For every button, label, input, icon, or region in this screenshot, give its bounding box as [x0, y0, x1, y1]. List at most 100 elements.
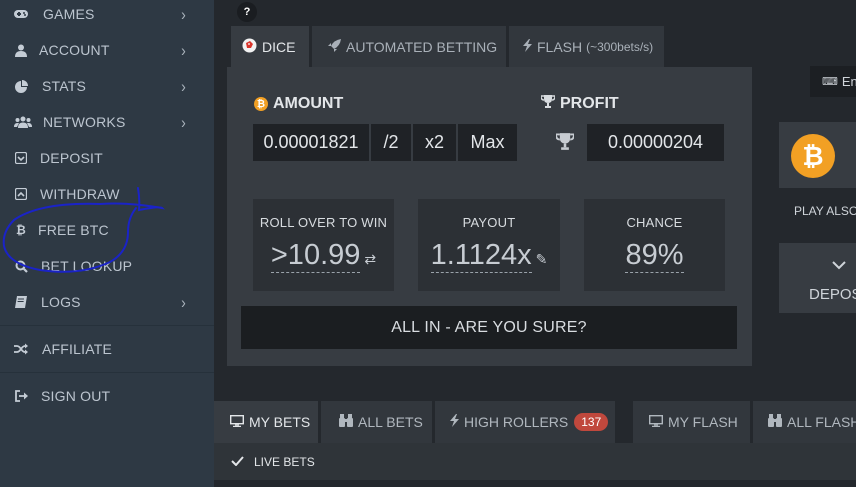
- roll-over-value: >10.99: [270, 239, 361, 273]
- bitcoin-icon: ₿: [16, 223, 26, 237]
- user-icon: [14, 43, 28, 57]
- live-bets-label: LIVE BETS: [254, 454, 315, 469]
- sidebar-item-label: SIGN OUT: [41, 388, 111, 404]
- trophy-icon: [555, 133, 575, 155]
- half-bet-button[interactable]: /2: [371, 124, 411, 161]
- sidebar-item-stats[interactable]: STATS ›: [0, 68, 214, 104]
- sidebar-item-label: STATS: [42, 78, 87, 94]
- max-bet-button[interactable]: Max: [458, 124, 517, 161]
- tab-label: MY FLASH: [668, 414, 738, 430]
- sidebar-item-logs[interactable]: LOGS ›: [0, 284, 214, 320]
- bitcoin-icon: ₿: [254, 97, 268, 111]
- sidebar: GAMES › ACCOUNT › STATS › NETWORKS › DEP…: [0, 0, 214, 487]
- tab-all-flash[interactable]: ALL FLASH: [753, 401, 856, 443]
- sign-out-icon: [14, 389, 28, 403]
- chevron-right-icon: ›: [181, 76, 186, 96]
- keyboard-label: En: [841, 74, 856, 89]
- double-bet-button[interactable]: x2: [413, 124, 456, 161]
- roll-over-caption: ROLL OVER TO WIN: [259, 215, 388, 230]
- chance-value-row: 89%: [584, 239, 725, 273]
- dice-icon: [242, 38, 257, 56]
- sidebar-item-label: BET LOOKUP: [41, 258, 133, 274]
- profit-label: PROFIT: [560, 95, 619, 112]
- sidebar-item-account[interactable]: ACCOUNT ›: [0, 32, 214, 68]
- deposit-icon: [14, 151, 28, 165]
- monitor-icon: [648, 414, 664, 430]
- amount-label: AMOUNT: [273, 95, 344, 112]
- tab-dice[interactable]: DICE: [231, 26, 309, 68]
- chevron-down-icon: [832, 257, 846, 275]
- sidebar-item-label: AFFILIATE: [42, 341, 112, 357]
- lightning-icon: [450, 414, 459, 430]
- roll-over-value-row: >10.99 ⇄: [253, 239, 394, 273]
- binoculars-icon: [768, 414, 782, 430]
- rocket-icon: [328, 38, 341, 55]
- bet-amount-input[interactable]: 0.00001821: [253, 124, 369, 161]
- shuffle-icon: [14, 342, 28, 356]
- users-icon: [14, 115, 32, 129]
- sidebar-item-label: LOGS: [41, 294, 81, 310]
- tab-flash[interactable]: FLASH (~300bets/s): [509, 26, 664, 67]
- sidebar-item-sign-out[interactable]: SIGN OUT: [0, 378, 214, 414]
- tab-label: DICE: [262, 39, 296, 55]
- sidebar-item-label: FREE BTC: [38, 222, 109, 238]
- tab-high-rollers[interactable]: HIGH ROLLERS 137: [435, 401, 615, 443]
- search-icon: [14, 259, 28, 273]
- sidebar-item-label: ACCOUNT: [39, 42, 110, 58]
- swap-icon[interactable]: ⇄: [364, 251, 376, 267]
- chance-value: 89%: [625, 239, 684, 273]
- deposit-card-label: DEPOS: [809, 286, 856, 303]
- tab-label: AUTOMATED BETTING: [346, 38, 498, 55]
- chevron-right-icon: ›: [181, 4, 186, 24]
- tab-my-flash[interactable]: MY FLASH: [633, 401, 750, 443]
- tab-my-bets[interactable]: MY BETS: [214, 401, 318, 443]
- monitor-icon: [229, 414, 245, 430]
- sidebar-item-bet-lookup[interactable]: BET LOOKUP: [0, 248, 214, 284]
- gamepad-icon: [14, 7, 28, 21]
- amount-label-row: ₿ AMOUNT: [254, 95, 343, 113]
- all-in-confirm-button[interactable]: ALL IN - ARE YOU SURE?: [241, 306, 737, 349]
- chevron-right-icon: ›: [181, 292, 186, 312]
- payout-value: 1.1124x: [430, 239, 532, 273]
- help-button[interactable]: ?: [237, 2, 257, 22]
- sidebar-divider: [0, 325, 214, 326]
- chance-box[interactable]: CHANCE 89%: [584, 199, 725, 291]
- sidebar-item-deposit[interactable]: DEPOSIT: [0, 140, 214, 176]
- tab-label: MY BETS: [249, 414, 311, 430]
- sidebar-item-games[interactable]: GAMES ›: [0, 0, 214, 32]
- sidebar-item-affiliate[interactable]: AFFILIATE: [0, 331, 214, 367]
- tab-automated-betting[interactable]: AUTOMATED BETTING: [312, 26, 506, 67]
- deposit-card[interactable]: DEPOS: [779, 243, 856, 313]
- sidebar-item-networks[interactable]: NETWORKS ›: [0, 104, 214, 140]
- sidebar-divider: [0, 372, 214, 373]
- play-also-label: PLAY ALSO: [794, 204, 856, 218]
- binoculars-icon: [339, 414, 353, 430]
- payout-box[interactable]: PAYOUT 1.1124x ✎: [418, 199, 560, 291]
- check-icon: [231, 455, 244, 469]
- trophy-icon: [540, 95, 556, 113]
- chevron-right-icon: ›: [181, 112, 186, 132]
- profit-label-row: PROFIT: [540, 95, 619, 113]
- sidebar-item-label: DEPOSIT: [40, 150, 103, 166]
- tab-label: HIGH ROLLERS: [464, 414, 569, 430]
- live-bets-toggle[interactable]: LIVE BETS: [214, 443, 856, 480]
- sidebar-item-label: NETWORKS: [43, 114, 126, 130]
- sidebar-item-free-btc[interactable]: ₿ FREE BTC: [0, 212, 214, 248]
- withdraw-icon: [14, 187, 28, 201]
- tab-sublabel: (~300bets/s): [586, 39, 654, 54]
- book-icon: [14, 295, 28, 309]
- profit-value: 0.00000204: [587, 124, 724, 161]
- keyboard-shortcuts-button[interactable]: ⌨ En: [810, 66, 856, 97]
- keyboard-icon: ⌨: [822, 76, 838, 88]
- pie-chart-icon: [14, 79, 28, 93]
- pencil-icon[interactable]: ✎: [536, 251, 548, 267]
- chevron-right-icon: ›: [181, 40, 186, 60]
- sidebar-item-withdraw[interactable]: WITHDRAW: [0, 176, 214, 212]
- roll-over-box[interactable]: ROLL OVER TO WIN >10.99 ⇄: [253, 199, 394, 291]
- high-rollers-count-badge: 137: [574, 413, 609, 431]
- bitcoin-icon: ₿: [791, 134, 835, 178]
- tab-all-bets[interactable]: ALL BETS: [321, 401, 432, 443]
- sidebar-item-label: GAMES: [43, 6, 95, 22]
- tab-label: FLASH: [537, 38, 583, 55]
- payout-value-row: 1.1124x ✎: [418, 239, 560, 273]
